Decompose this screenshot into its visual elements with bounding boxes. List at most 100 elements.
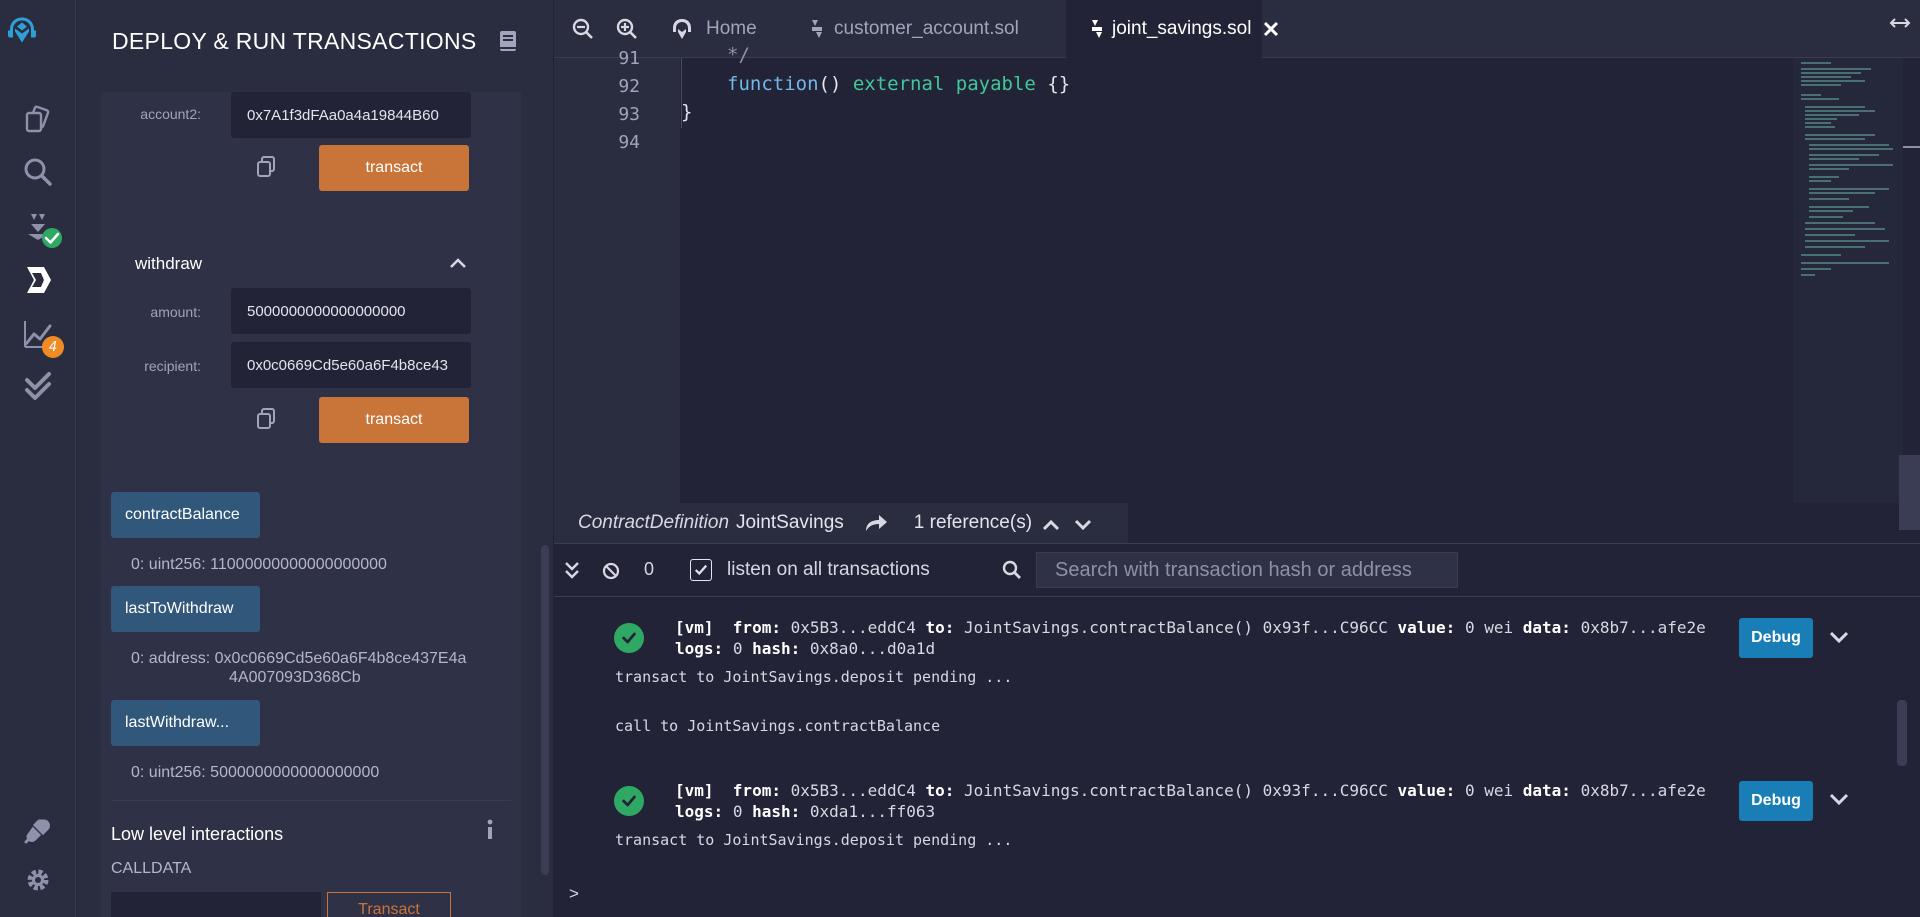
- amount-input[interactable]: 5000000000000000000: [231, 288, 471, 334]
- withdraw-transact-button[interactable]: transact: [319, 397, 469, 443]
- collapse-chevron-up-icon[interactable]: [449, 256, 467, 270]
- remix-ide: 4 DEPLOY & RUN TRANSACTIONS account2: 0x…: [0, 0, 1920, 917]
- clear-console-icon[interactable]: [602, 562, 620, 580]
- low-level-transact-button[interactable]: Transact: [327, 892, 451, 917]
- copy-calldata-icon[interactable]: [256, 408, 276, 430]
- account2-input[interactable]: 0x7A1f3dFAa0a4a19844B60: [231, 92, 471, 138]
- terminal-prompt[interactable]: >: [569, 884, 579, 904]
- panel-title: DEPLOY & RUN TRANSACTIONS: [112, 28, 477, 54]
- ref-name: JointSavings: [736, 512, 844, 533]
- close-tab-icon[interactable]: [1263, 21, 1279, 37]
- prev-reference-chevron-up-icon[interactable]: [1042, 516, 1060, 531]
- solidity-file-icon: [810, 18, 824, 40]
- zoom-in-icon[interactable]: [616, 18, 638, 40]
- tab-joint-savings-label: joint_savings.sol: [1112, 18, 1252, 39]
- divider: [111, 800, 511, 801]
- calldata-label: CALLDATA: [111, 860, 192, 877]
- side-panel: DEPLOY & RUN TRANSACTIONS account2: 0x7A…: [77, 0, 553, 917]
- tab-home-label: Home: [706, 18, 757, 39]
- line-number: 91: [618, 48, 640, 69]
- deploy-run-icon[interactable]: [18, 260, 58, 300]
- last-to-withdraw-result: 0: address: 0x0c0669Cd5e60a6F4b8ce437E4a: [131, 650, 467, 667]
- tab-customer-account-label: customer_account.sol: [834, 18, 1019, 39]
- debug-button[interactable]: Debug: [1739, 618, 1813, 658]
- tab-joint-savings[interactable]: joint_savings.sol: [1066, 0, 1279, 58]
- contract-balance-button[interactable]: contractBalance: [111, 492, 260, 538]
- collapse-terminal-icon[interactable]: [564, 560, 580, 580]
- plugin-manager-icon[interactable]: [18, 810, 58, 850]
- zoom-out-icon[interactable]: [572, 18, 594, 40]
- calldata-input[interactable]: [111, 892, 321, 917]
- unit-testing-icon[interactable]: [18, 366, 58, 406]
- last-withdraw-amount-button[interactable]: lastWithdraw...: [111, 700, 260, 746]
- tx-log-line-2[interactable]: logs: 0 hash: 0xda1...ff063: [675, 802, 935, 821]
- last-withdraw-amount-result: 0: uint256: 5000000000000000000: [131, 764, 380, 781]
- debug-button[interactable]: Debug: [1739, 781, 1813, 821]
- home-icon: [670, 17, 694, 41]
- toggle-panel-arrows-icon[interactable]: [1888, 14, 1912, 32]
- code-line: }: [681, 101, 693, 123]
- next-reference-chevron-down-icon[interactable]: [1074, 516, 1092, 531]
- file-explorer-icon[interactable]: [18, 100, 58, 140]
- documentation-book-icon[interactable]: [499, 30, 517, 52]
- code-keyword: external payable: [852, 73, 1036, 95]
- contract-interaction-panel: account2: 0x7A1f3dFAa0a4a19844B60 transa…: [101, 92, 521, 917]
- expand-tx-chevron-down-icon[interactable]: [1829, 630, 1849, 644]
- solidity-file-icon: [1090, 18, 1104, 40]
- account2-label: account2:: [140, 106, 201, 122]
- listen-all-checkbox[interactable]: [690, 559, 712, 581]
- copy-calldata-icon[interactable]: [256, 156, 276, 178]
- deposit-transact-button[interactable]: transact: [319, 145, 469, 191]
- remix-logo-icon[interactable]: [6, 14, 70, 72]
- withdraw-title: withdraw: [135, 254, 203, 273]
- tx-success-icon: [614, 786, 644, 816]
- settings-icon[interactable]: [18, 860, 58, 900]
- reference-bar: ContractDefinition JointSavings 1 refere…: [554, 503, 1128, 543]
- search-icon: [1002, 560, 1022, 580]
- code-token: (): [818, 73, 853, 95]
- pending-message: transact to JointSavings.deposit pending…: [615, 831, 1013, 849]
- code-editor[interactable]: [554, 58, 1920, 503]
- line-number: 92: [618, 76, 640, 97]
- solidity-compiler-icon[interactable]: [18, 206, 62, 248]
- recipient-label: recipient:: [144, 358, 201, 374]
- goto-definition-icon[interactable]: [864, 513, 888, 533]
- code-keyword: function: [727, 73, 819, 95]
- expand-tx-chevron-down-icon[interactable]: [1829, 792, 1849, 806]
- panel-scrollbar[interactable]: [541, 545, 549, 875]
- tx-log-line-2[interactable]: logs: 0 hash: 0x8a0...d0a1d: [675, 639, 935, 658]
- terminal-scrollbar[interactable]: [1897, 700, 1907, 766]
- tab-customer-account[interactable]: customer_account.sol: [810, 0, 1024, 58]
- ref-count: 1 reference(s): [913, 512, 1033, 533]
- last-to-withdraw-result-cont: 4A007093D368Cb: [229, 669, 361, 686]
- editor-scrollbar[interactable]: [1899, 455, 1920, 530]
- editor-tab-bar: Home customer_account.sol joint_savings.…: [554, 0, 1920, 58]
- tx-success-icon: [614, 623, 644, 653]
- info-icon[interactable]: [485, 818, 495, 840]
- tx-search-input[interactable]: Search with transaction hash or address: [1036, 552, 1458, 588]
- pending-tx-count: 0: [644, 559, 655, 579]
- low-level-title: Low level interactions: [111, 824, 284, 844]
- analysis-count-badge: 4: [42, 336, 64, 358]
- compiled-success-badge: [42, 228, 62, 248]
- call-message: call to JointSavings.contractBalance: [615, 717, 941, 735]
- code-line: */: [727, 44, 750, 66]
- contract-balance-result: 0: uint256: 11000000000000000000: [131, 556, 387, 573]
- tx-log-line-1[interactable]: [vm] from: 0x5B3...eddC4 to: JointSaving…: [675, 781, 1706, 800]
- minimap-marker: [1903, 146, 1920, 148]
- amount-label: amount:: [150, 304, 201, 320]
- analysis-icon[interactable]: 4: [18, 314, 64, 358]
- search-icon[interactable]: [18, 152, 58, 192]
- code-line: function() external payable {}: [727, 73, 1070, 95]
- last-to-withdraw-button[interactable]: lastToWithdraw: [111, 586, 260, 632]
- line-number: 94: [618, 132, 640, 153]
- tx-log-line-1[interactable]: [vm] from: 0x5B3...eddC4 to: JointSaving…: [675, 618, 1706, 637]
- line-number: 93: [618, 104, 640, 125]
- recipient-input[interactable]: 0x0c0669Cd5e60a6F4b8ce43: [231, 342, 471, 388]
- pending-message: transact to JointSavings.deposit pending…: [615, 668, 1013, 686]
- ref-kind: ContractDefinition: [578, 512, 730, 533]
- icon-rail: 4: [0, 0, 76, 917]
- listen-all-label: listen on all transactions: [727, 559, 930, 580]
- code-minimap[interactable]: [1793, 58, 1903, 503]
- code-token: {}: [1035, 73, 1071, 95]
